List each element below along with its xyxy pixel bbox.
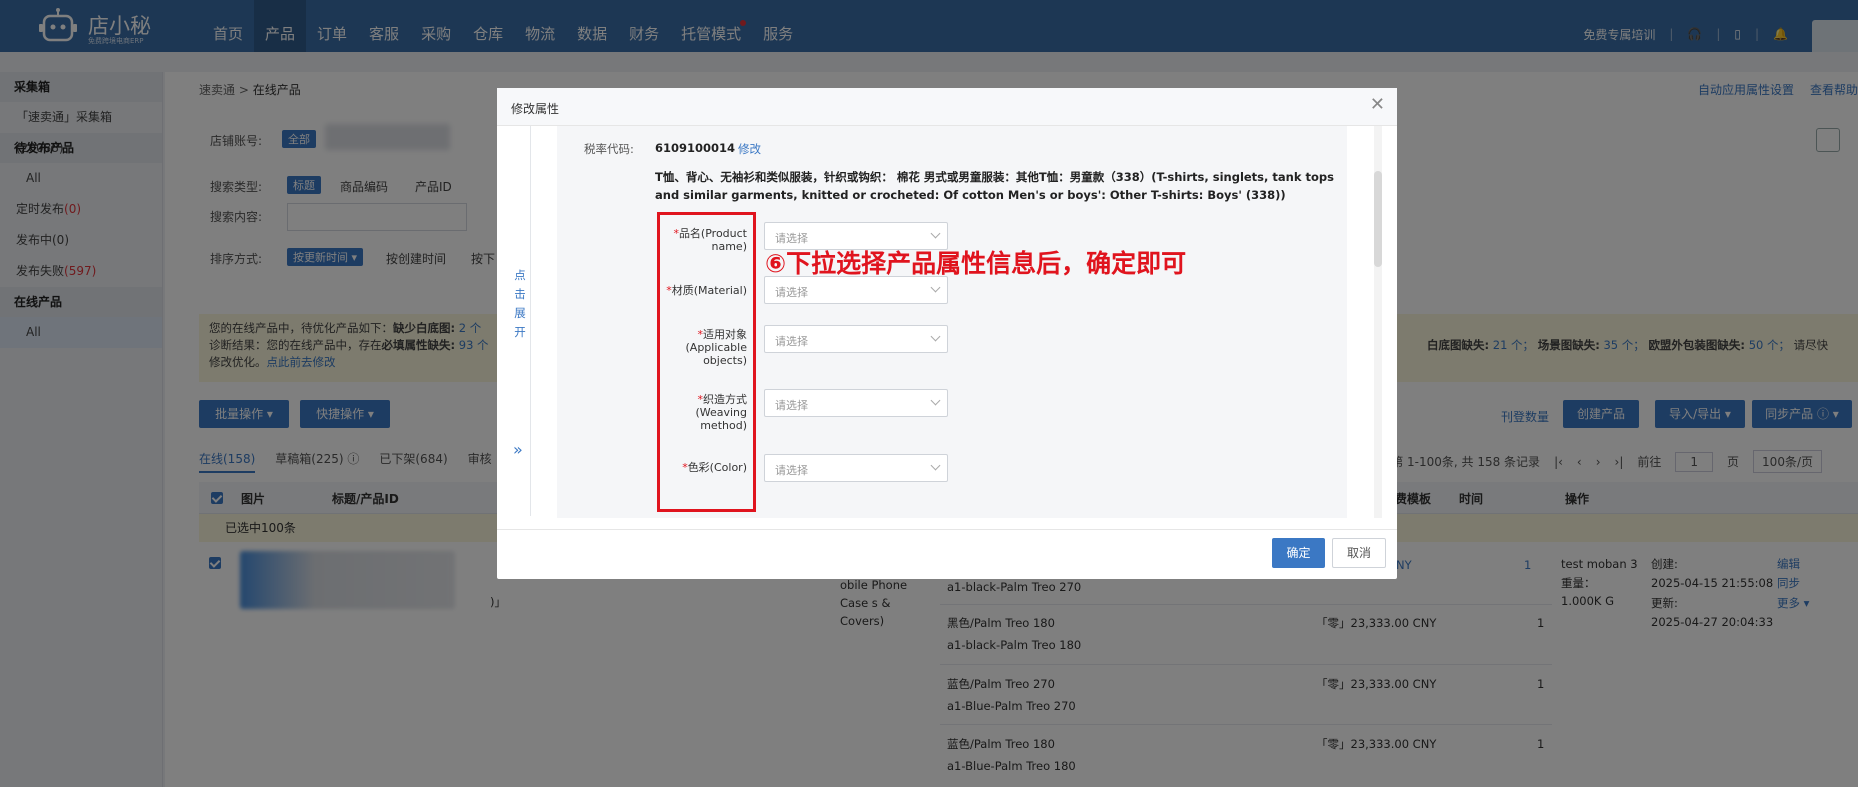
edit-attributes-dialog: 修改属性 ✕ 点击展开 » 税率代码: 6109100014 修改 T恤、背心、… [497,88,1397,579]
chevron-down-icon [930,460,941,471]
attr-label-product-name: *品名(Product name) [673,227,747,253]
color-select[interactable]: 请选择 [764,454,948,482]
close-icon[interactable]: ✕ [1370,94,1385,115]
chevron-down-icon [930,331,941,342]
material-select[interactable]: 请选择 [764,276,948,304]
attr-label-text: 材质(Material) [671,284,747,297]
attr-label-applicable-objects: *适用对象 (Applicable objects) [685,328,748,367]
tax-code-label: 税率代码: [584,142,634,156]
chevron-down-icon [930,282,941,293]
applicable-objects-select[interactable]: 请选择 [764,325,948,353]
tax-code-description: T恤、背心、无袖衫和类似服装，针织或钩织： 棉花 男式或男童服装：其他T恤：男童… [655,170,1334,202]
dialog-title: 修改属性 [511,102,560,116]
dialog-header: 修改属性 ✕ [497,88,1397,126]
tax-code-edit-link[interactable]: 修改 [738,141,761,157]
select-placeholder: 请选择 [775,464,808,477]
attr-label-material: *材质(Material) [666,284,747,297]
select-placeholder: 请选择 [775,399,808,412]
attr-label-text: 适用对象 (Applicable objects) [685,328,748,367]
attr-label-text: 织造方式 (Weaving method) [695,393,747,432]
cancel-button[interactable]: 取消 [1332,538,1386,568]
tutorial-annotation: ⑥下拉选择产品属性信息后，确定即可 [765,249,1187,278]
select-placeholder: 请选择 [775,335,808,348]
scrollbar-thumb[interactable] [1374,171,1382,267]
expand-panel-toggle[interactable]: 点击展开 » [511,126,531,516]
attr-label-color: *色彩(Color) [682,461,747,474]
attr-label-text: 色彩(Color) [687,461,747,474]
chevron-down-icon [930,228,941,239]
double-chevron-right-icon: » [513,440,523,459]
confirm-button[interactable]: 确定 [1272,538,1325,568]
expand-label: 点击展开 [514,268,526,339]
select-placeholder: 请选择 [775,286,808,299]
attr-label-text: 品名(Product name) [678,227,747,253]
chevron-down-icon [930,395,941,406]
dialog-footer [497,529,1397,579]
tax-code-value: 6109100014 [655,141,736,155]
attr-label-weaving-method: *织造方式 (Weaving method) [695,393,747,432]
weaving-method-select[interactable]: 请选择 [764,389,948,417]
